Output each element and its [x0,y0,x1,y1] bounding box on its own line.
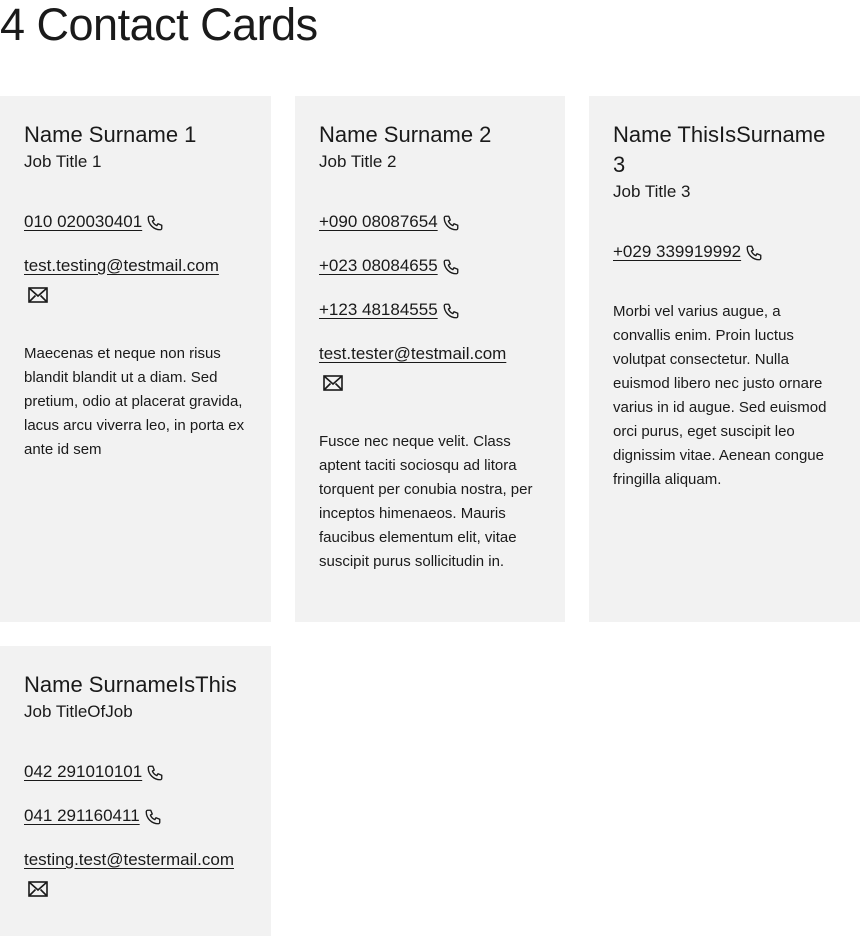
contact-card-4: Name SurnameIsThis Job TitleOfJob 042 29… [0,646,271,936]
phone-icon [146,764,164,782]
job-title: Job TitleOfJob [24,702,133,721]
phone-icon [442,214,460,232]
job-title: Job Title 1 [24,152,102,171]
phone-icon [144,808,162,826]
phone-link[interactable]: 010 020030401 [24,212,142,231]
phone-link[interactable]: +023 08084655 [319,256,438,275]
phone-link[interactable]: +029 339919992 [613,242,741,261]
phone-link[interactable]: +123 48184555 [319,300,438,319]
phone-line: +090 08087654 [319,210,541,234]
phone-line: +123 48184555 [319,298,541,322]
contact-description: Fusce nec neque velit. Class aptent taci… [319,433,533,570]
contact-name: Name ThisIsSurname 3 [613,122,826,177]
phone-link[interactable]: +090 08087654 [319,212,438,231]
envelope-icon [28,880,48,897]
email-link[interactable]: test.tester@testmail.com [319,344,506,363]
phone-line: +029 339919992 [613,240,836,264]
contact-name: Name Surname 2 [319,122,492,147]
contact-name: Name SurnameIsThis [24,672,237,697]
contact-card-1: Name Surname 1 Job Title 1 010 020030401… [0,96,271,622]
phone-line: 042 291010101 [24,760,247,784]
contact-card-3: Name ThisIsSurname 3 Job Title 3 +029 33… [589,96,860,622]
phone-link[interactable]: 041 291160411 [24,806,140,825]
contact-cards-grid: Name Surname 1 Job Title 1 010 020030401… [0,96,860,936]
email-link[interactable]: testing.test@testermail.com [24,850,234,869]
phone-link[interactable]: 042 291010101 [24,762,142,781]
phone-icon [442,258,460,276]
phone-icon [745,244,763,262]
email-link[interactable]: test.testing@testmail.com [24,256,219,275]
email-line: testing.test@testermail.com [24,848,247,900]
job-title: Job Title 2 [319,152,397,171]
phone-icon [146,214,164,232]
contact-description: Maecenas et neque non risus blandit blan… [24,345,245,458]
phone-line: 010 020030401 [24,210,247,234]
envelope-icon [323,374,343,391]
phone-icon [442,302,460,320]
page-title: 4 Contact Cards [0,0,318,50]
job-title: Job Title 3 [613,182,691,201]
phone-line: +023 08084655 [319,254,541,278]
contact-card-2: Name Surname 2 Job Title 2 +090 08087654… [295,96,565,622]
contact-name: Name Surname 1 [24,122,197,147]
envelope-icon [28,286,48,303]
contact-description: Morbi vel varius augue, a convallis enim… [613,303,827,488]
email-line: test.testing@testmail.com [24,254,247,306]
phone-line: 041 291160411 [24,804,247,828]
email-line: test.tester@testmail.com [319,342,541,394]
